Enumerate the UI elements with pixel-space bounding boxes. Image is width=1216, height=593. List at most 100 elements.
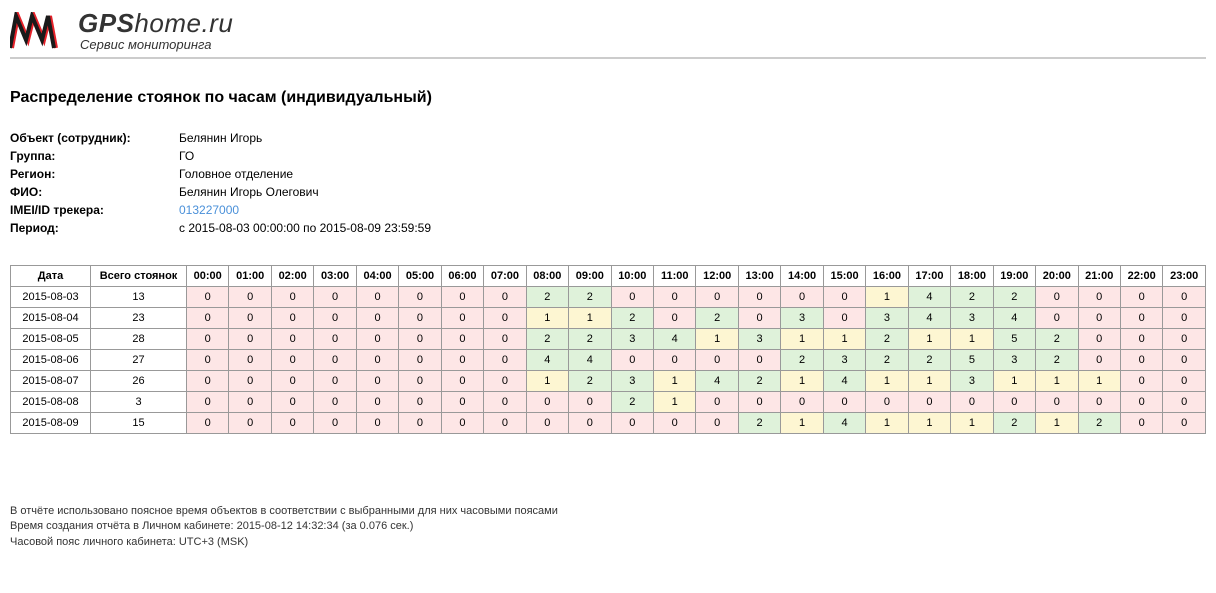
cell-hour: 2 (526, 329, 568, 350)
cell-hour: 3 (951, 371, 993, 392)
cell-hour: 0 (399, 329, 441, 350)
cell-hour: 0 (356, 413, 398, 434)
cell-total: 26 (91, 371, 187, 392)
cell-hour: 0 (441, 287, 483, 308)
cell-hour: 0 (271, 392, 313, 413)
cell-hour: 1 (951, 329, 993, 350)
cell-hour: 1 (1036, 413, 1078, 434)
meta-value: ГО (179, 147, 435, 165)
table-row: 2015-08-0627000000004400002322532000 (11, 350, 1206, 371)
cell-hour: 0 (1120, 308, 1162, 329)
cell-hour: 0 (1120, 413, 1162, 434)
cell-hour: 0 (1120, 392, 1162, 413)
cell-hour: 0 (399, 371, 441, 392)
cell-hour: 0 (1120, 350, 1162, 371)
cell-date: 2015-08-09 (11, 413, 91, 434)
cell-hour: 0 (1163, 308, 1206, 329)
cell-hour: 0 (653, 413, 695, 434)
cell-hour: 0 (653, 350, 695, 371)
logo-icon (10, 12, 70, 50)
col-total: Всего стоянок (91, 266, 187, 287)
cell-hour: 2 (611, 308, 653, 329)
cell-date: 2015-08-04 (11, 308, 91, 329)
cell-hour: 0 (187, 392, 229, 413)
table-row: 2015-08-0726000000001231421411311100 (11, 371, 1206, 392)
cell-hour: 0 (1163, 371, 1206, 392)
meta-value: 013227000 (179, 201, 435, 219)
cell-hour: 0 (229, 287, 271, 308)
cell-hour: 0 (484, 287, 526, 308)
cell-hour: 0 (399, 392, 441, 413)
cell-hour: 0 (653, 287, 695, 308)
meta-value: Белянин Игорь (179, 129, 435, 147)
cell-hour: 0 (611, 287, 653, 308)
cell-hour: 0 (696, 392, 738, 413)
cell-hour: 4 (569, 350, 611, 371)
cell-hour: 0 (526, 413, 568, 434)
cell-hour: 0 (356, 308, 398, 329)
cell-total: 15 (91, 413, 187, 434)
logo-tagline: Сервис мониторинга (78, 38, 233, 51)
cell-hour: 3 (738, 329, 780, 350)
cell-hour: 1 (1078, 371, 1120, 392)
col-hour: 15:00 (823, 266, 865, 287)
col-hour: 05:00 (399, 266, 441, 287)
data-table: Дата Всего стоянок 00:0001:0002:0003:000… (10, 265, 1206, 434)
cell-hour: 4 (908, 308, 950, 329)
cell-hour: 0 (229, 371, 271, 392)
cell-hour: 0 (738, 287, 780, 308)
col-hour: 07:00 (484, 266, 526, 287)
col-hour: 12:00 (696, 266, 738, 287)
cell-hour: 3 (611, 371, 653, 392)
cell-hour: 3 (866, 308, 908, 329)
cell-hour: 0 (399, 308, 441, 329)
cell-hour: 0 (1078, 287, 1120, 308)
col-hour: 06:00 (441, 266, 483, 287)
cell-hour: 0 (781, 392, 823, 413)
cell-hour: 0 (399, 287, 441, 308)
cell-hour: 5 (951, 350, 993, 371)
col-hour: 04:00 (356, 266, 398, 287)
cell-hour: 0 (1163, 329, 1206, 350)
cell-hour: 1 (781, 413, 823, 434)
cell-hour: 0 (229, 308, 271, 329)
cell-hour: 0 (356, 350, 398, 371)
cell-hour: 1 (526, 308, 568, 329)
cell-hour: 0 (187, 413, 229, 434)
cell-hour: 0 (1163, 392, 1206, 413)
logo-home: home (134, 8, 201, 38)
meta-value: с 2015-08-03 00:00:00 по 2015-08-09 23:5… (179, 219, 435, 237)
cell-hour: 0 (1078, 329, 1120, 350)
col-hour: 14:00 (781, 266, 823, 287)
cell-hour: 0 (271, 413, 313, 434)
cell-hour: 2 (569, 287, 611, 308)
cell-hour: 2 (993, 287, 1035, 308)
cell-hour: 0 (187, 350, 229, 371)
cell-hour: 1 (908, 413, 950, 434)
cell-hour: 1 (866, 371, 908, 392)
cell-hour: 3 (823, 350, 865, 371)
cell-hour: 0 (823, 287, 865, 308)
cell-hour: 0 (1163, 350, 1206, 371)
cell-hour: 0 (229, 350, 271, 371)
cell-date: 2015-08-06 (11, 350, 91, 371)
cell-hour: 0 (484, 308, 526, 329)
cell-total: 23 (91, 308, 187, 329)
cell-hour: 0 (484, 329, 526, 350)
cell-hour: 2 (781, 350, 823, 371)
footer: В отчёте использовано поясное время объе… (10, 504, 1206, 550)
table-row: 2015-08-0528000000002234131121152000 (11, 329, 1206, 350)
cell-hour: 1 (569, 308, 611, 329)
cell-hour: 0 (738, 392, 780, 413)
meta-label: Объект (сотрудник): (10, 129, 179, 147)
cell-hour: 0 (696, 287, 738, 308)
cell-hour: 0 (314, 350, 356, 371)
cell-hour: 0 (187, 371, 229, 392)
cell-hour: 0 (314, 392, 356, 413)
cell-hour: 2 (866, 329, 908, 350)
cell-hour: 2 (738, 371, 780, 392)
meta-value: Белянин Игорь Олегович (179, 183, 435, 201)
cell-hour: 5 (993, 329, 1035, 350)
table-header-row: Дата Всего стоянок 00:0001:0002:0003:000… (11, 266, 1206, 287)
cell-hour: 2 (526, 287, 568, 308)
